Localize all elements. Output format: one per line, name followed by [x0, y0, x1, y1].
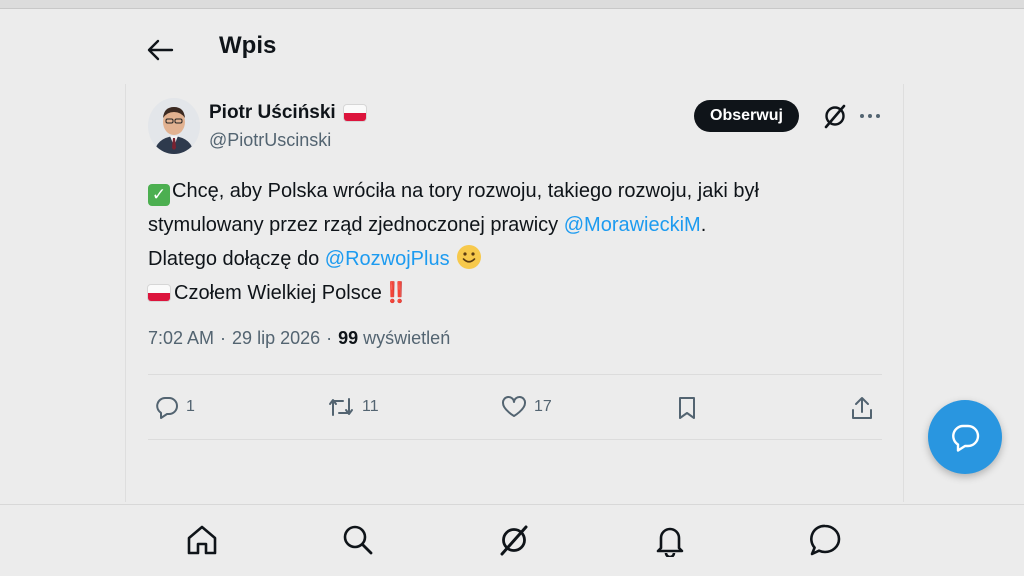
heart-icon — [502, 396, 526, 417]
tweet-text-segment: stymulowany przez rząd zjednoczonej praw… — [148, 214, 564, 236]
bookmark-icon — [679, 397, 695, 419]
search-icon[interactable] — [341, 523, 375, 557]
tweet-line-1: ✓ Chcę, aby Polska wróciła na tory rozwoj… — [148, 174, 888, 208]
repost-button[interactable]: 11 — [326, 395, 379, 419]
mention-link[interactable]: @MorawieckiM — [564, 214, 701, 236]
share-button[interactable] — [849, 395, 875, 421]
share-icon — [852, 397, 872, 419]
page-title: Wpis — [219, 32, 277, 59]
compose-reply-fab[interactable] — [928, 400, 1002, 474]
views-label: wyświetleń — [363, 328, 451, 348]
bookmark-button[interactable] — [675, 395, 699, 421]
bottom-nav — [0, 504, 1024, 576]
repost-count: 11 — [362, 398, 379, 415]
like-button[interactable]: 17 — [500, 395, 552, 419]
back-arrow-icon[interactable] — [146, 38, 174, 62]
tweet-text-segment: Czołem Wielkiej Polsce — [174, 282, 382, 304]
follow-button[interactable]: Obserwuj — [694, 100, 799, 132]
author-handle[interactable]: @PiotrUscinski — [209, 130, 331, 151]
messages-icon[interactable] — [808, 523, 842, 557]
tweet-meta: 7:02 AM · 29 lip 2026 · 99 wyświetleń — [148, 328, 450, 349]
reply-count: 1 — [186, 398, 195, 415]
tweet-date[interactable]: 29 lip 2026 — [232, 328, 320, 349]
top-bar: Wpis — [0, 8, 1024, 84]
avatar[interactable] — [148, 98, 200, 154]
more-icon[interactable] — [858, 104, 882, 128]
tweet: Piotr Uściński @PiotrUscinski Obserwuj ✓… — [125, 84, 904, 502]
tweet-text-segment: . — [700, 214, 707, 236]
meta-separator: · — [220, 328, 227, 348]
meta-separator: · — [326, 328, 333, 348]
tweet-time[interactable]: 7:02 AM — [148, 328, 214, 349]
author-name-row[interactable]: Piotr Uściński — [209, 102, 366, 124]
repost-icon — [329, 398, 353, 416]
home-icon[interactable] — [185, 523, 219, 557]
like-count: 17 — [534, 398, 552, 415]
double-exclamation-emoji: ‼️ — [383, 282, 409, 304]
grok-icon[interactable] — [497, 523, 531, 557]
tweet-text-segment: Chcę, aby Polska wróciła na tory rozwoju… — [172, 180, 759, 202]
poland-flag-icon — [148, 285, 170, 301]
tweet-text: ✓ Chcę, aby Polska wróciła na tory rozwoj… — [148, 174, 888, 310]
check-emoji-icon: ✓ — [148, 184, 170, 206]
poland-flag-icon — [343, 105, 366, 121]
smile-emoji-icon — [456, 245, 481, 269]
author-name[interactable]: Piotr Uściński — [209, 102, 336, 124]
grok-icon[interactable] — [822, 103, 848, 129]
divider — [148, 374, 882, 375]
tweet-line-4: Czołem Wielkiej Polsce ‼️ — [148, 276, 888, 310]
mention-link[interactable]: @RozwojPlus — [325, 248, 450, 270]
notifications-icon[interactable] — [653, 523, 687, 557]
tweet-text-segment: Dlatego dołączę do — [148, 248, 325, 270]
tweet-line-2: stymulowany przez rząd zjednoczonej praw… — [148, 208, 888, 242]
reply-button[interactable]: 1 — [154, 395, 195, 419]
reply-bubble-icon — [952, 424, 980, 452]
tweet-line-3: Dlatego dołączę do @RozwojPlus — [148, 242, 888, 276]
divider — [148, 439, 882, 440]
reply-icon — [156, 397, 178, 419]
views-count: 99 — [338, 328, 359, 348]
